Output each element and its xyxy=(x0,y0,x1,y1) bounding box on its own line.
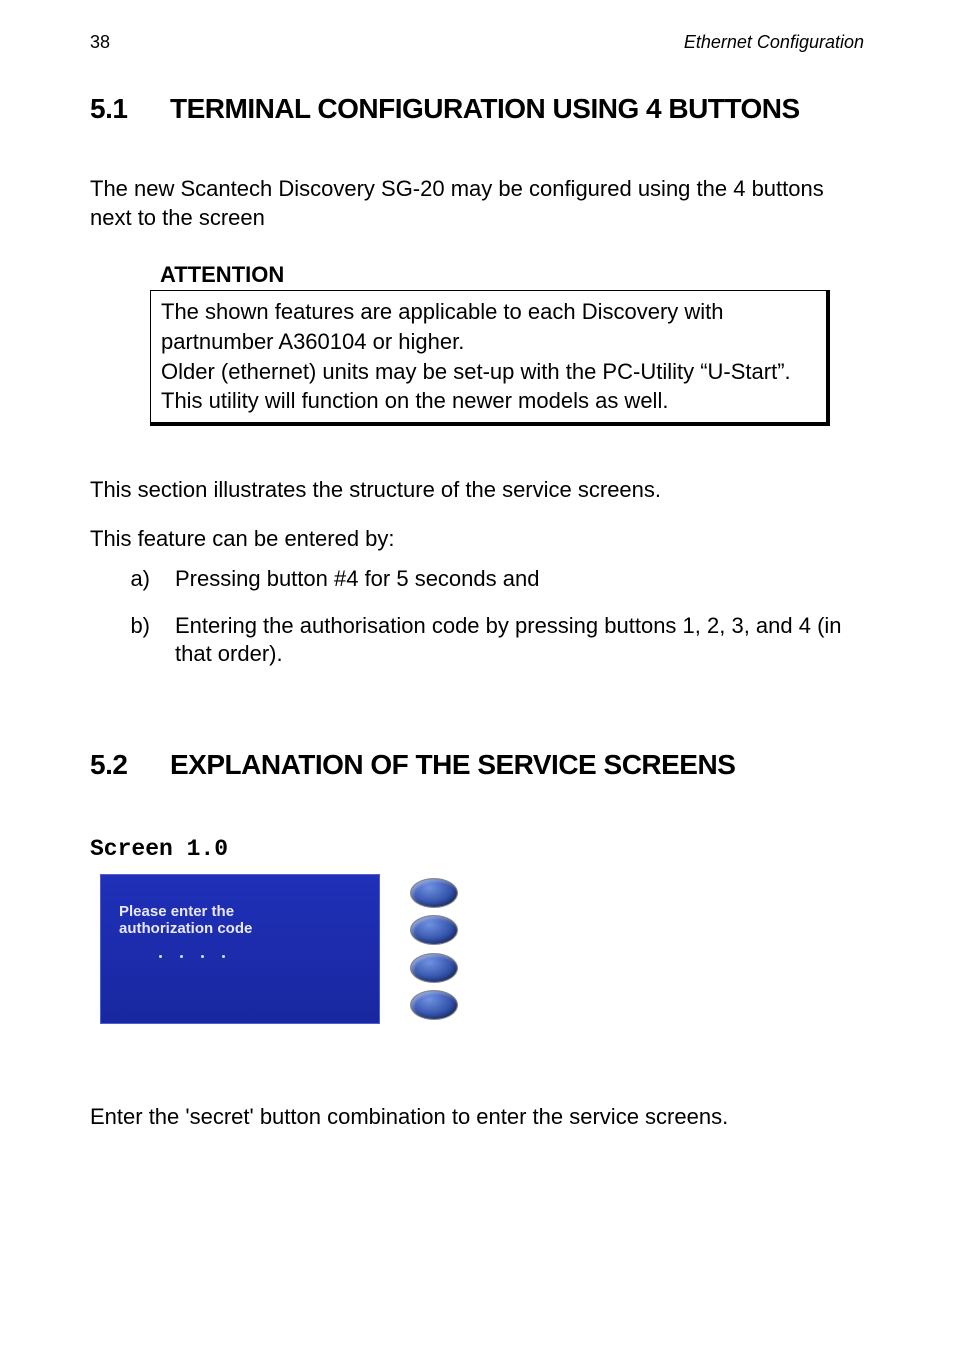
dot-icon xyxy=(180,955,183,958)
list-text-b: Entering the authorisation code by press… xyxy=(175,612,864,669)
mid-paragraph-1: This section illustrates the structure o… xyxy=(90,476,864,505)
hardware-button-3 xyxy=(410,953,458,983)
section-5-1-heading: 5.1 TERMINAL CONFIGURATION USING 4 BUTTO… xyxy=(90,93,864,125)
list-text-a: Pressing button #4 for 5 seconds and xyxy=(175,565,864,594)
list-marker-b: b) xyxy=(120,612,150,669)
header-title: Ethernet Configuration xyxy=(684,32,864,53)
attention-block: ATTENTION The shown features are applica… xyxy=(150,262,830,426)
list-marker-a: a) xyxy=(120,565,150,594)
intro-paragraph: The new Scantech Discovery SG-20 may be … xyxy=(90,175,864,232)
dot-icon xyxy=(159,955,162,958)
list-item-a: a) Pressing button #4 for 5 seconds and xyxy=(120,565,864,594)
hardware-button-4 xyxy=(410,990,458,1020)
page-number: 38 xyxy=(90,32,110,53)
section-number: 5.1 xyxy=(90,93,140,125)
steps-list: a) Pressing button #4 for 5 seconds and … xyxy=(120,565,864,669)
attention-line-2: Older (ethernet) units may be set-up wit… xyxy=(161,357,816,387)
screen-text-line-1: Please enter the xyxy=(119,903,361,920)
mid-paragraph-2: This feature can be entered by: xyxy=(90,525,864,554)
page-content: 5.1 TERMINAL CONFIGURATION USING 4 BUTTO… xyxy=(0,93,954,1130)
hardware-button-2 xyxy=(410,915,458,945)
dot-icon xyxy=(222,955,225,958)
attention-line-1: The shown features are applicable to eac… xyxy=(161,297,816,356)
page-header: 38 Ethernet Configuration xyxy=(0,0,954,53)
section-title: TERMINAL CONFIGURATION USING 4 BUTTONS xyxy=(170,93,800,125)
screen-label: Screen 1.0 xyxy=(90,836,864,862)
device-figure: Please enter the authorization code xyxy=(100,874,864,1024)
section-number-2: 5.2 xyxy=(90,749,140,781)
hardware-buttons xyxy=(410,874,458,1024)
screen-text-line-2: authorization code xyxy=(119,920,361,937)
attention-box: The shown features are applicable to eac… xyxy=(150,290,830,426)
code-entry-dots xyxy=(159,955,361,958)
hardware-button-1 xyxy=(410,878,458,908)
attention-label: ATTENTION xyxy=(160,262,830,288)
attention-line-3: This utility will function on the newer … xyxy=(161,386,816,416)
final-paragraph: Enter the 'secret' button combination to… xyxy=(90,1104,864,1130)
dot-icon xyxy=(201,955,204,958)
device-screen: Please enter the authorization code xyxy=(100,874,380,1024)
list-item-b: b) Entering the authorisation code by pr… xyxy=(120,612,864,669)
section-5-2-heading: 5.2 EXPLANATION OF THE SERVICE SCREENS xyxy=(90,749,864,781)
section-title-2: EXPLANATION OF THE SERVICE SCREENS xyxy=(170,749,735,781)
